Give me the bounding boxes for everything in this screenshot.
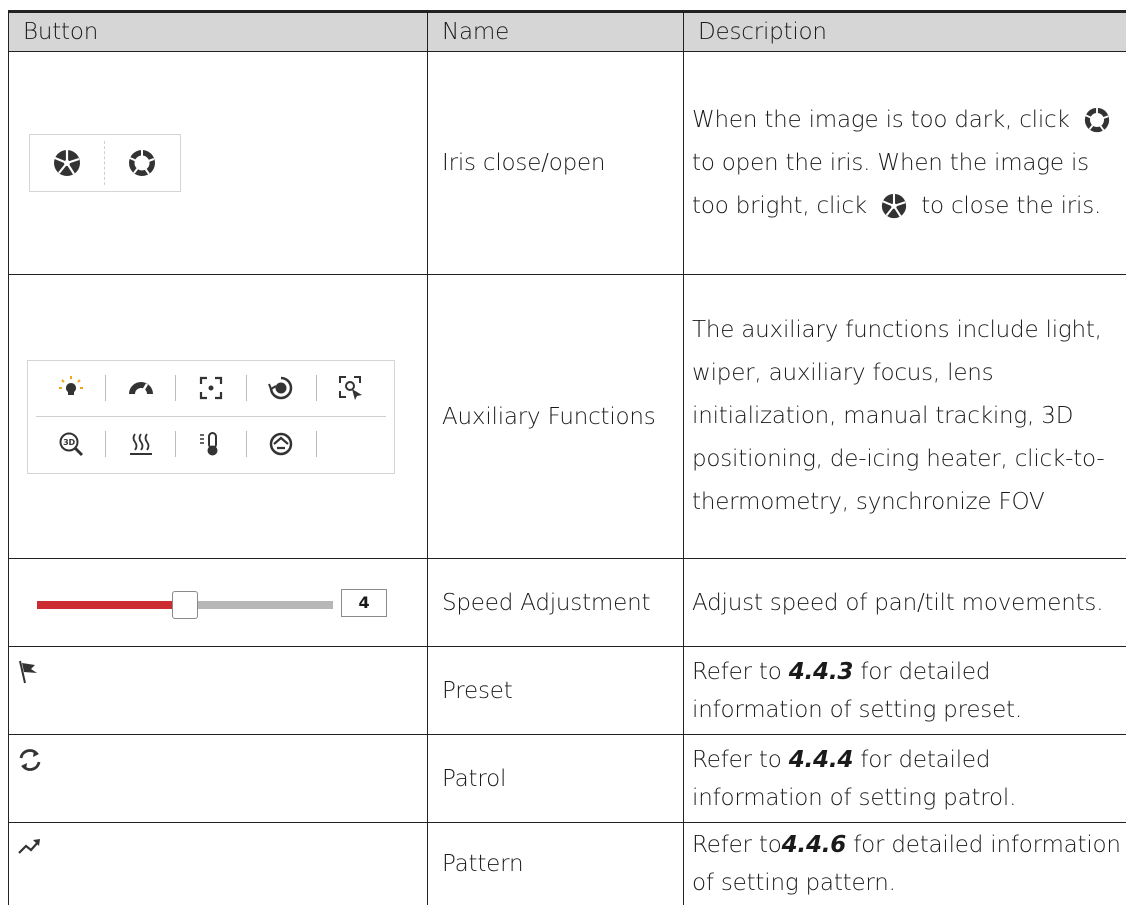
preset-name-cell: Preset	[428, 647, 684, 735]
svg-text:3D: 3D	[63, 438, 75, 447]
light-button[interactable]	[36, 361, 105, 416]
patrol-name-cell: Patrol	[428, 735, 684, 823]
preset-desc-prefix: Refer to	[692, 659, 789, 685]
trend-arrow-icon	[17, 833, 43, 859]
preset-description-cell: Refer to 4.4.3 for detailed information …	[684, 647, 1126, 735]
synchronize-fov-icon	[268, 431, 294, 457]
pattern-desc-prefix: Refer to	[692, 832, 782, 858]
speed-button-cell: 4	[9, 559, 428, 647]
ptz-button-table: Button Name Description	[8, 10, 1126, 905]
patrol-desc-prefix: Refer to	[692, 747, 789, 773]
iris-description-cell: When the image is too dark, click to ope…	[684, 52, 1126, 275]
pattern-button[interactable]	[17, 833, 43, 859]
iris-desc-part1: When the image is too dark, click	[692, 107, 1070, 133]
manual-tracking-button[interactable]	[317, 361, 386, 416]
wiper-icon	[127, 376, 155, 400]
auxiliary-button-cell: 3D	[9, 275, 428, 559]
table-row-patrol: Patrol Refer to 4.4.4 for detailed infor…	[9, 735, 1126, 823]
iris-button-cell	[9, 52, 428, 275]
table-row-speed: 4 Speed Adjustment Adjust speed of pan/t…	[9, 559, 1126, 647]
table-row-auxiliary: 3D	[9, 275, 1126, 559]
preset-button[interactable]	[17, 659, 43, 685]
3d-positioning-icon: 3D	[58, 431, 84, 457]
preset-section-ref: 4.4.3	[789, 659, 854, 685]
synchronize-fov-button[interactable]	[247, 417, 316, 472]
speed-value-field[interactable]: 4	[341, 589, 387, 617]
patrol-button-cell	[9, 735, 428, 823]
auxiliary-button-group: 3D	[27, 360, 395, 474]
speed-name-cell: Speed Adjustment	[428, 559, 684, 647]
iris-close-icon	[52, 148, 82, 178]
iris-name-cell: Iris close/open	[428, 52, 684, 275]
table-row-preset: Preset Refer to 4.4.3 for detailed infor…	[9, 647, 1126, 735]
preset-button-cell	[9, 647, 428, 735]
patrol-description-cell: Refer to 4.4.4 for detailed information …	[684, 735, 1126, 823]
pattern-section-ref: 4.4.6	[782, 832, 847, 858]
3d-positioning-button[interactable]: 3D	[36, 417, 105, 472]
auxiliary-description-cell: The auxiliary functions include light, w…	[684, 275, 1126, 559]
click-to-thermometry-button[interactable]	[176, 417, 245, 472]
pattern-name-cell: Pattern	[428, 823, 684, 905]
iris-close-button[interactable]	[30, 135, 104, 191]
header-description: Description	[684, 12, 1126, 52]
auxiliary-row-1	[36, 361, 386, 417]
auxiliary-name-cell: Auxiliary Functions	[428, 275, 684, 559]
slider-thumb[interactable]	[172, 591, 198, 619]
iris-open-icon	[127, 148, 157, 178]
speed-description-cell: Adjust speed of pan/tilt movements.	[684, 559, 1126, 647]
header-name: Name	[428, 12, 684, 52]
pattern-button-cell	[9, 823, 428, 905]
de-icing-heater-icon	[128, 431, 154, 457]
header-button: Button	[9, 12, 428, 52]
patrol-button[interactable]	[17, 747, 43, 773]
manual-tracking-icon	[338, 375, 364, 401]
slider-track-rest	[185, 601, 333, 609]
auxiliary-row-2: 3D	[36, 417, 386, 472]
iris-button-group	[29, 134, 181, 192]
pattern-description-cell: Refer to4.4.6 for detailed information o…	[684, 823, 1126, 905]
slider-track-filled	[37, 601, 185, 609]
patrol-cycle-icon	[17, 747, 43, 773]
patrol-section-ref: 4.4.4	[789, 747, 854, 773]
auxiliary-focus-button[interactable]	[176, 361, 245, 416]
auxiliary-focus-icon	[199, 376, 223, 400]
iris-open-button[interactable]	[105, 135, 179, 191]
light-icon	[58, 375, 84, 401]
lens-initialization-button[interactable]	[247, 361, 316, 416]
click-to-thermometry-icon	[198, 431, 224, 457]
iris-desc-part3: to close the iris.	[921, 193, 1101, 219]
table-header-row: Button Name Description	[9, 12, 1126, 52]
de-icing-heater-button[interactable]	[106, 417, 175, 472]
table-row-pattern: Pattern Refer to4.4.6 for detailed infor…	[9, 823, 1126, 905]
iris-close-icon	[880, 192, 908, 220]
wiper-button[interactable]	[106, 361, 175, 416]
iris-open-icon	[1083, 106, 1111, 134]
table-row-iris: Iris close/open When the image is too da…	[9, 52, 1126, 275]
speed-slider[interactable]: 4	[21, 583, 391, 623]
flag-icon	[17, 659, 43, 685]
lens-initialization-icon	[268, 375, 294, 401]
empty-slot	[317, 417, 386, 472]
